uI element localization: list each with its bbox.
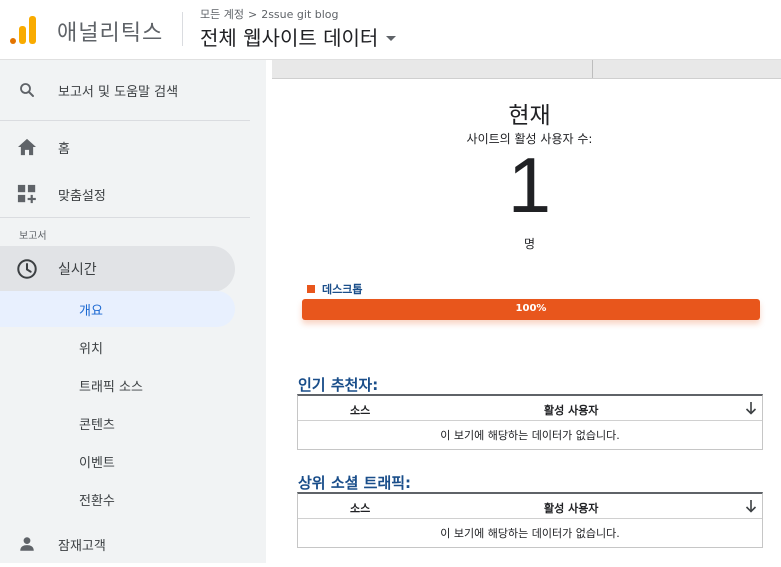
clock-icon <box>16 258 38 280</box>
breadcrumb-separator: > <box>247 8 258 21</box>
sidebar-subitem-events[interactable]: 이벤트 <box>0 443 235 479</box>
sidebar-item-realtime[interactable]: 실시간 <box>0 246 235 292</box>
sidebar-subitem-locations[interactable]: 위치 <box>0 329 235 365</box>
sort-arrow-down-icon[interactable] <box>744 498 758 514</box>
breadcrumb-property[interactable]: 2ssue git blog <box>261 8 338 21</box>
active-users-unit: 명 <box>523 237 536 251</box>
column-header-source[interactable]: 소스 <box>350 402 370 418</box>
sidebar-item-home[interactable]: 홈 <box>0 124 250 170</box>
desktop-swatch <box>307 285 315 293</box>
table-empty-message: 이 보기에 해당하는 데이터가 없습니다. <box>440 429 620 442</box>
device-legend: 데스크톱 <box>307 281 362 297</box>
top-referrals-table: 소스 활성 사용자 이 보기에 해당하는 데이터가 없습니다. <box>297 394 763 450</box>
sidebar-search-label: 보고서 및 도움말 검색 <box>58 84 179 100</box>
sidebar: 보고서 및 도움말 검색 홈 맞춤설정 보고서 실시간 개요 위치 트래픽 소스… <box>0 60 266 563</box>
reports-section-label: 보고서 <box>19 231 47 242</box>
sidebar-divider <box>0 120 250 121</box>
table-header: 소스 활성 사용자 <box>298 396 762 421</box>
column-header-active-users[interactable]: 활성 사용자 <box>544 402 598 418</box>
top-social-table: 소스 활성 사용자 이 보기에 해당하는 데이터가 없습니다. <box>297 492 763 548</box>
sort-arrow-down-icon[interactable] <box>744 400 758 416</box>
device-share-bar[interactable]: 100% <box>302 299 760 320</box>
sidebar-subitem-overview[interactable]: 개요 <box>0 291 235 327</box>
app-name[interactable]: 애널리틱스 <box>57 15 163 47</box>
sidebar-item-realtime-label: 실시간 <box>58 262 97 278</box>
tab-separator <box>592 60 593 78</box>
sidebar-subitem-conversions[interactable]: 전환수 <box>0 481 235 517</box>
realtime-overview-panel: 현재 사이트의 활성 사용자 수: 1 명 데스크톱 100% 인기 추천자: … <box>266 60 781 563</box>
view-name: 전체 웹사이트 데이터 <box>200 26 379 50</box>
device-legend-label: 데스크톱 <box>322 283 363 296</box>
sidebar-subitem-traffic-sources[interactable]: 트래픽 소스 <box>0 367 235 403</box>
column-header-source[interactable]: 소스 <box>350 500 370 516</box>
sidebar-item-customization-label: 맞춤설정 <box>58 188 106 204</box>
search-icon <box>16 79 38 101</box>
sidebar-divider <box>0 217 250 218</box>
breadcrumb-all-accounts[interactable]: 모든 계정 <box>200 8 244 21</box>
chevron-down-icon <box>386 35 397 41</box>
sidebar-item-home-label: 홈 <box>58 141 70 157</box>
dashboard-add-icon <box>16 183 38 205</box>
breadcrumb[interactable]: 모든 계정 >2ssue git blog <box>200 6 339 22</box>
view-selector[interactable]: 전체 웹사이트 데이터 <box>200 22 397 51</box>
column-header-active-users[interactable]: 활성 사용자 <box>544 500 598 516</box>
analytics-logo-icon[interactable] <box>10 14 36 44</box>
sidebar-item-audience-label: 잠재고객 <box>58 538 106 554</box>
sidebar-item-audience[interactable]: 잠재고객 <box>0 521 250 567</box>
top-header: 애널리틱스 모든 계정 >2ssue git blog 전체 웹사이트 데이터 <box>0 0 781 60</box>
device-share-percent: 100% <box>515 303 547 314</box>
table-header: 소스 활성 사용자 <box>298 494 762 519</box>
person-icon <box>16 533 38 555</box>
report-tabs-strip[interactable] <box>272 60 781 79</box>
table-empty-message: 이 보기에 해당하는 데이터가 없습니다. <box>440 527 620 540</box>
sidebar-subitem-content[interactable]: 콘텐츠 <box>0 405 235 441</box>
sidebar-item-customization[interactable]: 맞춤설정 <box>0 171 250 217</box>
top-social-title: 상위 소셜 트래픽: <box>298 474 412 492</box>
top-referrals-title: 인기 추천자: <box>298 376 379 394</box>
now-title: 현재 <box>508 103 551 129</box>
sidebar-search[interactable]: 보고서 및 도움말 검색 <box>0 67 250 113</box>
active-users-count: 1 <box>507 141 552 229</box>
home-icon <box>16 136 38 158</box>
header-divider <box>182 12 183 46</box>
